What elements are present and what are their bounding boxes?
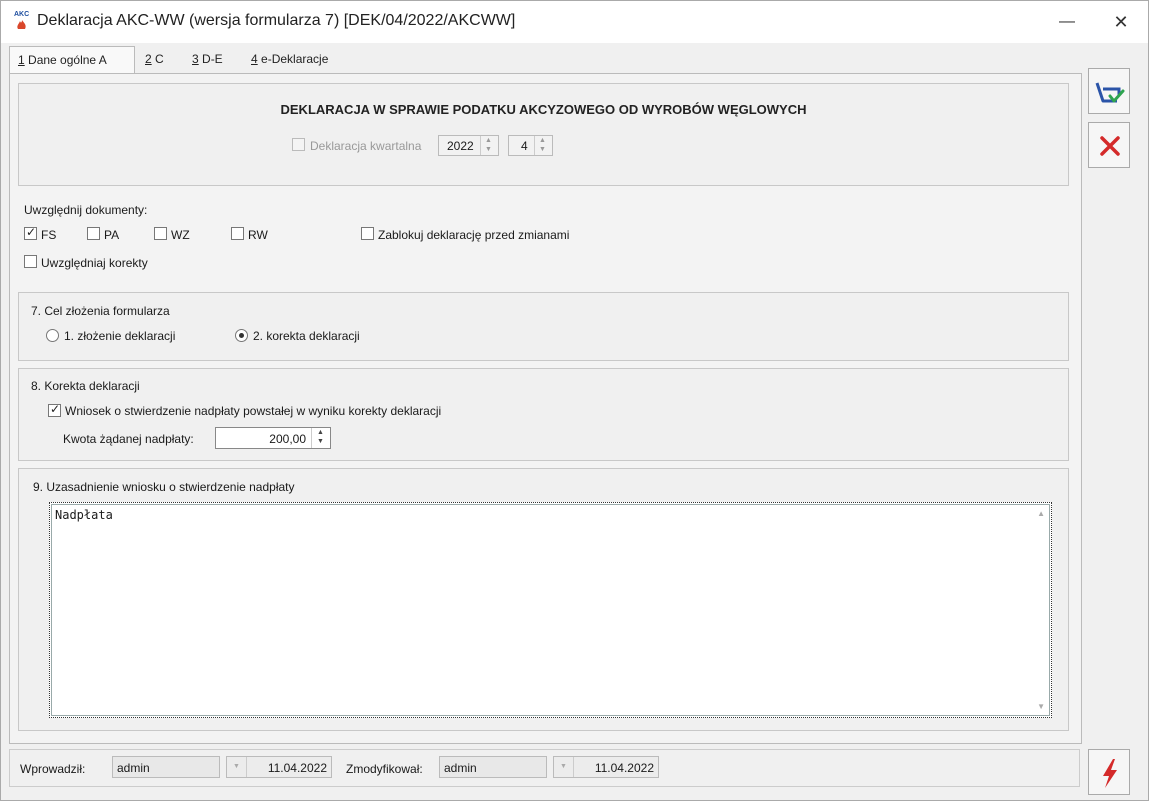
pa-checkbox[interactable]	[87, 227, 100, 240]
justification-text: Nadpłata	[55, 508, 113, 522]
tab-panel-general: DEKLARACJA W SPRAWIE PODATKU AKCYZOWEGO …	[9, 73, 1082, 744]
month-value: 4	[521, 139, 528, 153]
app-icon-text: AKC	[14, 11, 30, 18]
scroll-down-icon[interactable]: ▼	[1037, 702, 1045, 711]
modified-date-value: 11.04.2022	[594, 761, 654, 775]
scroll-up-icon[interactable]: ▲	[1037, 509, 1045, 518]
section-purpose-title: 7. Cel złożenia formularza	[31, 304, 170, 318]
lightning-icon	[1103, 759, 1117, 788]
entered-by-field: admin	[112, 756, 220, 778]
tab-e-declarations-key: 4	[251, 52, 258, 66]
tab-d-e-key: 3	[192, 52, 199, 66]
documents-label: Uwzględnij dokumenty:	[24, 203, 148, 217]
lock-checkbox[interactable]	[361, 227, 374, 240]
year-value: 2022	[447, 139, 474, 153]
amount-value: 200,00	[269, 432, 306, 446]
tab-d-e[interactable]: 3 D-E	[184, 46, 239, 73]
tab-d-e-label: D-E	[198, 52, 223, 66]
year-spinner[interactable]: 2022 ▲ ▼	[438, 135, 499, 156]
section-correction-title: 8. Korekta deklaracji	[31, 379, 140, 393]
entered-by-label: Wprowadził:	[20, 762, 86, 776]
corrections-checkbox[interactable]	[24, 255, 37, 268]
audit-footer: Wprowadził: admin ▼ 11.04.2022 Zmodyfiko…	[9, 749, 1080, 787]
radio-submission-label: 1. złożenie deklaracji	[64, 329, 176, 343]
entered-date-field: ▼ 11.04.2022	[226, 756, 332, 778]
dropdown-icon: ▼	[227, 757, 247, 777]
cancel-icon	[1100, 136, 1120, 156]
modified-date-field: ▼ 11.04.2022	[553, 756, 659, 778]
tab-general-label: Dane ogólne A	[24, 53, 107, 67]
radio-dot	[239, 333, 244, 338]
amount-spinner[interactable]: ▲ ▼	[311, 428, 330, 448]
action-button[interactable]	[1088, 749, 1130, 795]
corrections-label: Uwzględniaj korekty	[41, 256, 148, 270]
pa-label: PA	[104, 228, 120, 242]
radio-submission[interactable]	[46, 329, 59, 342]
entered-by-value: admin	[117, 761, 150, 775]
section-purpose: 7. Cel złożenia formularza 1. złożenie d…	[18, 292, 1069, 361]
modified-by-field: admin	[439, 756, 547, 778]
month-spinner[interactable]: 4 ▲ ▼	[508, 135, 553, 156]
justification-textarea[interactable]: Nadpłata ▲ ▼	[49, 502, 1052, 718]
declaration-header: DEKLARACJA W SPRAWIE PODATKU AKCYZOWEGO …	[18, 83, 1069, 186]
section-correction: 8. Korekta deklaracji ✓ Wniosek o stwier…	[18, 368, 1069, 461]
quarterly-label: Deklaracja kwartalna	[310, 139, 422, 153]
minimize-button[interactable]: —	[1047, 7, 1087, 37]
tab-e-declarations-label: e-Deklaracje	[257, 52, 329, 66]
amount-input[interactable]: 200,00 ▲ ▼	[215, 427, 331, 449]
fs-checkbox[interactable]: ✓	[24, 225, 37, 240]
spin-down-icon: ▼	[485, 146, 492, 153]
wz-checkbox[interactable]	[154, 227, 167, 240]
spin-down-icon: ▼	[317, 438, 324, 445]
entered-date-value: 11.04.2022	[267, 761, 327, 775]
section-justification: 9. Uzasadnienie wniosku o stwierdzenie n…	[18, 468, 1069, 731]
lock-label: Zablokuj deklarację przed zmianami	[378, 228, 570, 242]
tab-general-key: 1	[18, 53, 25, 67]
cancel-button[interactable]	[1088, 122, 1130, 168]
spin-up-icon: ▲	[539, 137, 546, 144]
overpayment-request-label: Wniosek o stwierdzenie nadpłaty powstałe…	[65, 404, 442, 418]
save-button[interactable]	[1088, 68, 1130, 114]
declaration-title: DEKLARACJA W SPRAWIE PODATKU AKCYZOWEGO …	[280, 102, 807, 117]
title-bar: AKC Deklaracja AKC-WW (wersja formularza…	[1, 1, 1148, 43]
tab-c-label: C	[151, 52, 164, 66]
dropdown-icon: ▼	[554, 757, 574, 777]
check-icon: ✓	[26, 225, 37, 239]
declaration-window: AKC Deklaracja AKC-WW (wersja formularza…	[0, 0, 1149, 801]
rw-checkbox[interactable]	[231, 227, 244, 240]
radio-correction-label: 2. korekta deklaracji	[253, 329, 360, 343]
quarterly-checkbox[interactable]	[292, 138, 305, 151]
fs-label: FS	[41, 228, 57, 242]
flame-icon	[17, 20, 26, 29]
spin-up-icon: ▲	[317, 429, 324, 436]
spin-up-icon: ▲	[485, 137, 492, 144]
close-window-button[interactable]: ✕	[1101, 7, 1141, 37]
amount-label: Kwota żądanej nadpłaty:	[63, 432, 194, 446]
tab-c[interactable]: 2 C	[137, 46, 177, 73]
save-icon	[1095, 82, 1125, 103]
wz-label: WZ	[171, 228, 190, 242]
modified-by-value: admin	[444, 761, 477, 775]
month-spinner-arrows[interactable]: ▲ ▼	[534, 136, 552, 155]
rw-label: RW	[248, 228, 268, 242]
section-justification-title: 9. Uzasadnienie wniosku o stwierdzenie n…	[33, 480, 295, 494]
app-icon: AKC	[13, 11, 33, 31]
spin-down-icon: ▼	[539, 146, 546, 153]
radio-correction[interactable]	[235, 329, 248, 342]
overpayment-request-checkbox[interactable]: ✓	[48, 402, 61, 417]
tab-general[interactable]: 1 Dane ogólne A	[9, 46, 135, 74]
modified-by-label: Zmodyfikował:	[346, 762, 423, 776]
check-icon: ✓	[50, 402, 61, 416]
tab-e-declarations[interactable]: 4 e-Deklaracje	[243, 46, 343, 73]
tab-c-key: 2	[145, 52, 152, 66]
year-spinner-arrows[interactable]: ▲ ▼	[480, 136, 498, 155]
window-title: Deklaracja AKC-WW (wersja formularza 7) …	[37, 12, 516, 29]
